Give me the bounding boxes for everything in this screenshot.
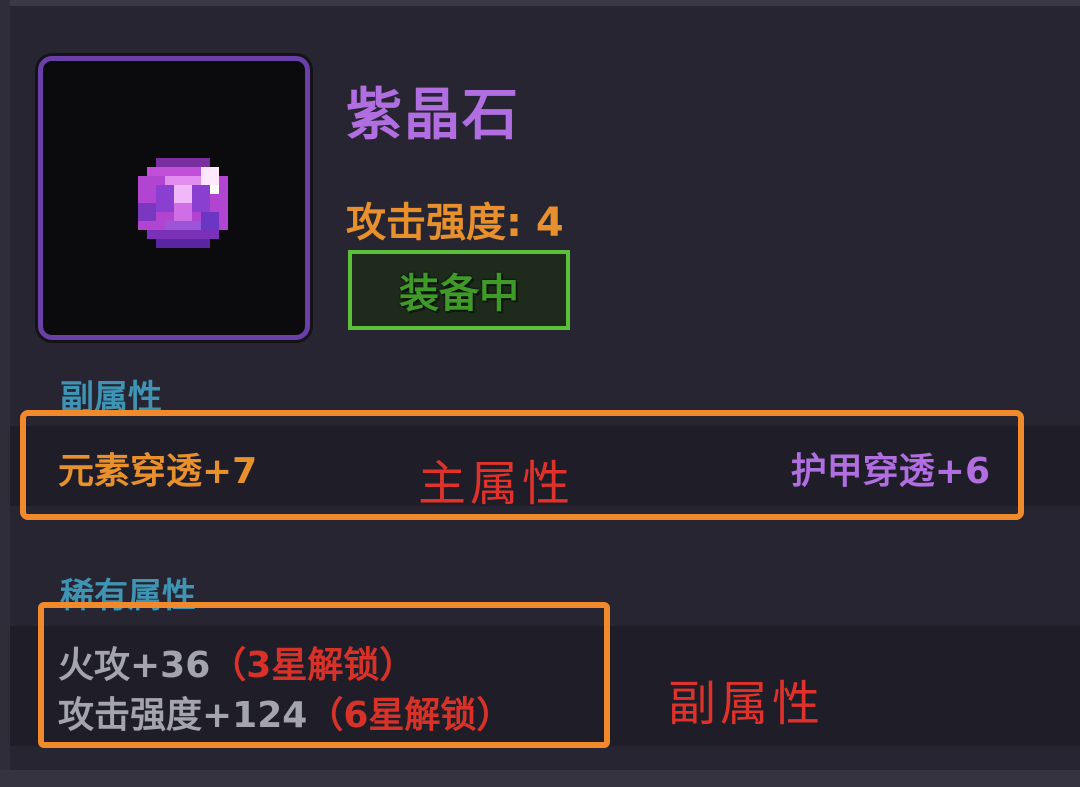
annotation-sub-attr: 副属性 [668,676,825,732]
item-main-stat: 攻击强度: 4 [346,200,564,246]
equipped-badge: 装备中 [348,250,570,330]
item-detail-panel: 紫晶石 攻击强度: 4 装备中 副属性 元素穿透+7 护甲穿透+6 主属性 稀有… [0,0,1080,787]
annotation-main-attr: 主属性 [418,456,575,512]
panel-border-top [0,0,1080,6]
item-name: 紫晶石 [346,83,520,148]
highlight-box-rare-attr [38,602,610,748]
panel-border-left [0,0,10,787]
item-icon-slot[interactable] [38,56,310,340]
equipped-label: 装备中 [399,271,519,317]
purple-gem-icon [138,158,228,248]
panel-border-bottom [0,770,1080,787]
